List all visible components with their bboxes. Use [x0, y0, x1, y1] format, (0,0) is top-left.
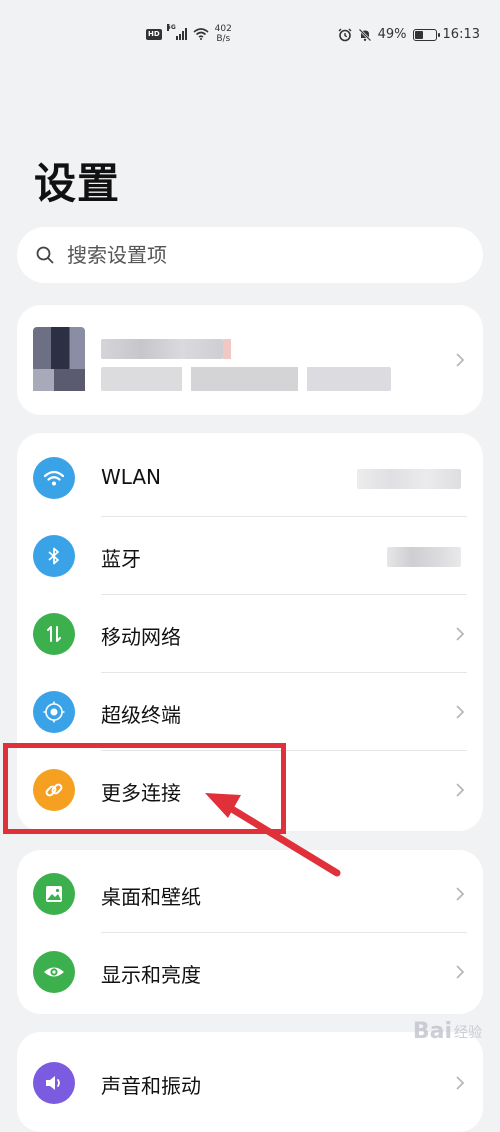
image-icon — [33, 873, 75, 915]
net-speed-value: 402 — [214, 24, 232, 34]
avatar — [33, 327, 85, 391]
settings-item-label: 声音和振动 — [101, 1074, 201, 1098]
account-info-redacted — [101, 367, 391, 391]
wifi-status-icon — [193, 28, 209, 40]
settings-item-wlan[interactable]: WLAN — [17, 439, 483, 517]
settings-item-label: WLAN — [101, 465, 162, 489]
search-icon — [36, 246, 54, 264]
wlan-value-redacted — [357, 469, 461, 489]
wifi-icon — [33, 457, 75, 499]
settings-item-label: 桌面和壁纸 — [101, 885, 201, 909]
settings-item-super-device[interactable]: 超级终端 — [17, 673, 483, 751]
network-speed: 402 B/s — [215, 24, 232, 44]
settings-item-label: 蓝牙 — [101, 547, 141, 571]
account-name-redacted — [101, 339, 231, 359]
super-device-icon — [33, 691, 75, 733]
watermark-text: Bai — [412, 1019, 452, 1044]
settings-item-sound[interactable]: 声音和振动 — [17, 1044, 483, 1122]
hd-badge: HD — [146, 28, 162, 40]
settings-item-wallpaper[interactable]: 桌面和壁纸 — [17, 855, 483, 933]
battery-percent: 49% — [377, 27, 407, 42]
settings-item-label: 显示和亮度 — [101, 963, 201, 987]
chevron-right-icon — [455, 964, 465, 980]
watermark-text-2: 经验 — [454, 1024, 482, 1041]
watermark: Bai 经验 — [413, 1019, 482, 1044]
search-input[interactable] — [65, 242, 449, 268]
eye-icon — [33, 951, 75, 993]
chevron-right-icon — [455, 626, 465, 642]
settings-group-sound: 声音和振动 — [17, 1032, 483, 1132]
chevron-right-icon — [455, 782, 465, 798]
chevron-right-icon — [455, 704, 465, 720]
chevron-right-icon — [455, 352, 465, 368]
settings-item-mobile-network[interactable]: 移动网络 — [17, 595, 483, 673]
search-bar[interactable] — [17, 227, 483, 283]
page-title: 设置 — [34, 159, 121, 208]
chevron-right-icon — [455, 886, 465, 902]
settings-item-display[interactable]: 显示和亮度 — [17, 933, 483, 1011]
cellular-signal-icon: 5G — [166, 24, 187, 40]
mute-bell-icon — [358, 28, 372, 41]
account-card[interactable] — [17, 305, 483, 415]
mobile-data-icon — [33, 613, 75, 655]
speaker-icon — [33, 1062, 75, 1104]
bluetooth-icon — [33, 535, 75, 577]
battery-icon — [412, 28, 440, 41]
alarm-icon — [338, 28, 352, 41]
signal-5g-label: 5G — [166, 24, 176, 31]
settings-item-label: 移动网络 — [101, 625, 181, 649]
highlight-box — [3, 743, 286, 834]
settings-item-label: 超级终端 — [101, 703, 181, 727]
settings-item-bluetooth[interactable]: 蓝牙 — [17, 517, 483, 595]
net-speed-unit: B/s — [216, 34, 231, 44]
status-bar: HD 5G 402 B/s 49% 16:13 — [0, 0, 500, 72]
settings-group-display: 桌面和壁纸 显示和亮度 — [17, 850, 483, 1014]
chevron-right-icon — [455, 1075, 465, 1091]
clock: 16:13 — [442, 27, 480, 42]
bluetooth-value-redacted — [387, 547, 461, 567]
